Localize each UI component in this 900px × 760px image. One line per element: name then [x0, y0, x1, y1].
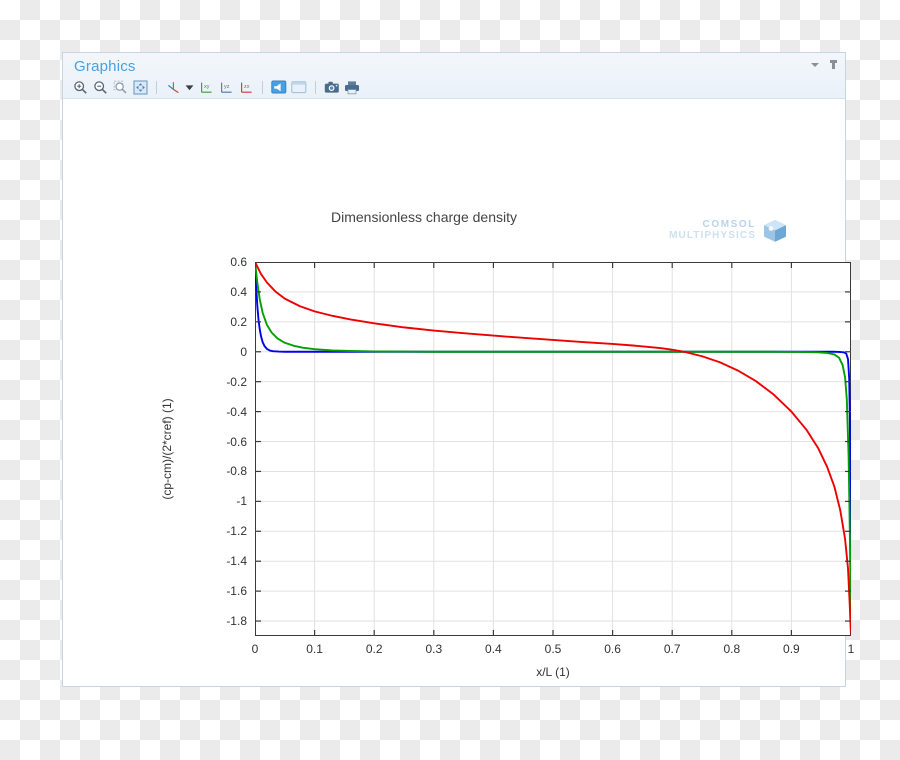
- comsol-cube-icon: [762, 219, 788, 243]
- scene-light-icon[interactable]: [290, 78, 308, 96]
- x-axis-label: x/L (1): [536, 665, 570, 679]
- y-axis-tick-label: 0: [240, 344, 247, 359]
- toolbar-separator: [262, 80, 263, 94]
- zoom-extents-icon[interactable]: [131, 78, 149, 96]
- y-axis-tick-label: -1.6: [226, 584, 247, 599]
- y-axis-tick-label: 0.4: [230, 284, 247, 299]
- y-axis-tick-label: -1.2: [226, 524, 247, 539]
- comsol-wordmark: COMSOL: [702, 219, 756, 230]
- plot-canvas: Dimensionless charge density COMSOL MULT…: [64, 99, 854, 685]
- toolbar-separator: [156, 80, 157, 94]
- y-axis-tick-label: -1.4: [226, 554, 247, 569]
- view-zx-icon[interactable]: zx: [237, 78, 255, 96]
- view-yz-icon[interactable]: yz: [217, 78, 235, 96]
- x-axis-tick-label: 1: [847, 642, 855, 656]
- svg-text:zx: zx: [244, 84, 250, 90]
- axis-orientation-icon[interactable]: [164, 78, 182, 96]
- x-axis-tick-label: 0.7: [663, 642, 681, 656]
- x-axis-tick-label: 0.5: [544, 642, 562, 656]
- transparency-icon[interactable]: [270, 78, 288, 96]
- zoom-out-icon[interactable]: [91, 78, 109, 96]
- y-axis-tick-label: 0.6: [230, 255, 247, 269]
- x-axis-tick-label: 0.9: [783, 642, 800, 656]
- zoom-in-icon[interactable]: [71, 78, 89, 96]
- chevron-down-icon[interactable]: [810, 59, 821, 70]
- y-axis-tick-label: -0.8: [226, 464, 247, 479]
- print-icon[interactable]: [343, 78, 361, 96]
- multiphysics-wordmark: MULTIPHYSICS: [669, 230, 756, 241]
- x-axis-tick-label: 0.6: [604, 642, 621, 656]
- x-axis-tick-label: 0: [251, 642, 259, 656]
- camera-icon[interactable]: [323, 78, 341, 96]
- x-axis-tick-label: 0.4: [485, 642, 502, 656]
- window-controls: [810, 59, 839, 70]
- zoom-box-icon[interactable]: [111, 78, 129, 96]
- y-axis-tick-label: -0.6: [226, 434, 247, 449]
- comsol-logo: COMSOL MULTIPHYSICS: [660, 217, 788, 247]
- view-xy-icon[interactable]: xy: [197, 78, 215, 96]
- graphics-toolbar: xy yz zx: [71, 77, 361, 97]
- y-axis-tick-label: -0.4: [226, 404, 247, 419]
- svg-text:xy: xy: [204, 84, 210, 90]
- x-axis-tick-label: 0.3: [425, 642, 443, 656]
- graphics-window-header: Graphics xy yz zx: [63, 53, 845, 99]
- toolbar-separator: [315, 80, 316, 94]
- dropdown-arrow-icon[interactable]: [184, 78, 195, 96]
- graphics-window: Graphics xy yz zx Dimensionless charge d…: [62, 52, 854, 687]
- x-axis-tick-label: 0.1: [306, 642, 323, 656]
- pin-icon[interactable]: [828, 59, 839, 70]
- y-axis-tick-label: -0.2: [226, 374, 247, 389]
- y-axis-tick-label: 0.2: [230, 314, 247, 329]
- svg-text:yz: yz: [224, 84, 230, 90]
- tick-layer: [255, 262, 851, 636]
- y-axis-label: (cp-cm)/(2*cref) (1): [160, 398, 174, 500]
- y-axis-tick-label: -1.8: [226, 614, 247, 629]
- y-axis-tick-label: -1: [236, 494, 247, 509]
- x-axis-tick-label: 0.8: [723, 642, 741, 656]
- page-title: Graphics: [74, 58, 136, 75]
- chart-axes: 0.6 0.4 0.2 0 -0.2 -0.4 -0.6 -0.8 -1 -1.2 -1.4 -1.6…: [160, 255, 854, 679]
- x-axis-tick-label: 0.2: [365, 642, 383, 656]
